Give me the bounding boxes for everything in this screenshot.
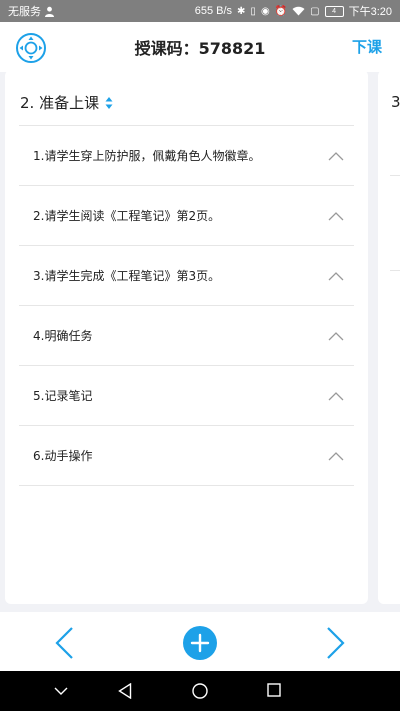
chevron-up-icon[interactable] [328,391,344,401]
chevron-left-icon[interactable] [54,626,74,660]
list-item-label: 1.请学生穿上防护服，佩戴角色人物徽章。 [33,149,261,163]
list-item[interactable]: 5.记录笔记 [19,366,354,426]
section-header[interactable]: 2. 准备上课 [20,92,113,113]
wifi-icon [292,6,305,16]
section-title: 2. 准备上课 [20,94,100,112]
bluetooth-icon: ✱ [237,5,246,17]
end-class-button[interactable]: 下课 [352,36,382,57]
list-item[interactable]: 6.动手操作 [19,426,354,486]
system-nav-bar [0,671,400,711]
list-item-label: 6.动手操作 [33,449,93,463]
add-button[interactable] [183,626,217,660]
list-item[interactable]: 2.请学生阅读《工程笔记》第2页。 [19,186,354,246]
peek-divider [390,175,400,176]
clock: 下午3:20 [348,6,392,18]
bottom-toolbar [0,612,400,671]
person-icon [45,6,54,17]
lesson-step-card: 2. 准备上课 1.请学生穿上防护服，佩戴角色人物徽章。 2.请学生阅读《工程笔… [5,70,368,604]
recents-icon[interactable] [267,683,281,697]
sim-icon: ▢ [310,5,320,17]
next-card-peek[interactable]: 3 [378,70,400,604]
next-card-title: 3 [391,93,400,111]
vibrate-icon: ▯ [250,5,256,17]
page-title: 授课码：578821 [134,39,266,58]
list-item[interactable]: 1.请学生穿上防护服，佩戴角色人物徽章。 [19,126,354,186]
list-item[interactable]: 3.请学生完成《工程笔记》第3页。 [19,246,354,306]
battery-level: 4 [332,7,337,15]
chevron-up-icon[interactable] [328,151,344,161]
alarm-icon: ⏰ [274,5,288,17]
network-speed: 655 B/s [194,5,233,17]
chevron-up-icon[interactable] [328,271,344,281]
home-icon[interactable] [192,683,208,699]
chevron-right-icon[interactable] [326,626,346,660]
carrier-text: 无服务 [8,6,41,18]
eye-icon: ◉ [260,5,270,17]
hide-nav-chevron-icon[interactable] [54,686,68,696]
peek-divider [390,270,400,271]
list-item-label: 4.明确任务 [33,329,93,343]
chevron-up-icon[interactable] [328,331,344,341]
app-header: 授课码：578821 下课 [0,22,400,72]
navigation-dpad-icon[interactable] [15,32,47,64]
list-item-label: 3.请学生完成《工程笔记》第3页。 [33,269,221,283]
chevron-up-icon[interactable] [328,451,344,461]
list-item-label: 5.记录笔记 [33,389,93,403]
plus-icon [190,633,210,653]
chevron-up-icon[interactable] [328,211,344,221]
list-item-label: 2.请学生阅读《工程笔记》第2页。 [33,209,221,223]
battery-icon: 4 [324,5,344,17]
back-icon[interactable] [118,683,132,699]
list-item[interactable]: 4.明确任务 [19,306,354,366]
sort-arrows-icon [105,96,113,109]
status-bar: 无服务 655 B/s ✱ ▯ ◉ ⏰ ▢ 4 下午3:20 [0,0,400,22]
